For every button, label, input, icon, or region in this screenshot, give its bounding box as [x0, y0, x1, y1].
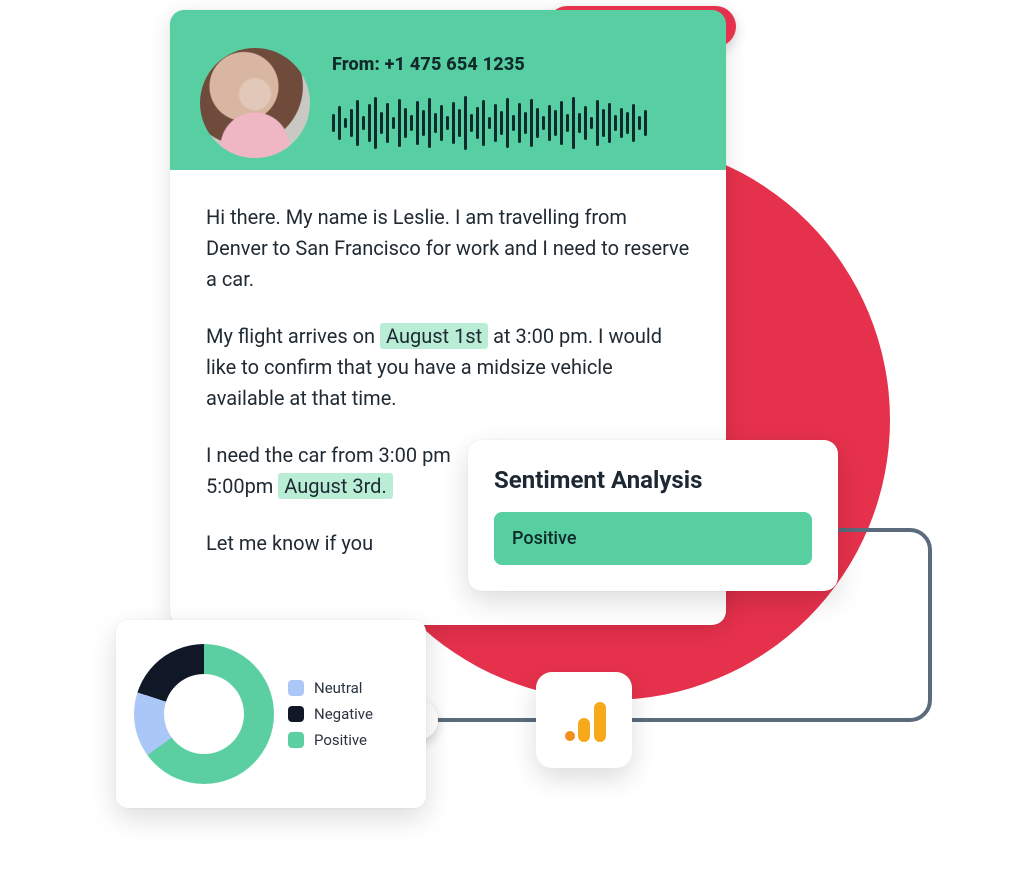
from-number: +1 475 654 1235 [385, 54, 525, 75]
waveform-icon [332, 93, 696, 153]
from-block: From: +1 475 654 1235 [332, 54, 696, 153]
legend-row-neutral: Neutral [288, 679, 373, 697]
transcript-text: Let me know if you [206, 531, 373, 555]
transcript-paragraph: My flight arrives on August 1st at 3:00 … [206, 321, 690, 414]
swatch-neutral [288, 680, 304, 696]
analytics-icon-card [536, 672, 632, 768]
from-label: From: [332, 54, 380, 75]
avatar [200, 48, 310, 158]
legend-label: Positive [314, 731, 367, 749]
transcript-paragraph: Hi there. My name is Leslie. I am travel… [206, 202, 690, 295]
legend-row-negative: Negative [288, 705, 373, 723]
transcript-text: My flight arrives on [206, 324, 380, 348]
legend-row-positive: Positive [288, 731, 373, 749]
sentiment-value: Positive [494, 512, 812, 565]
legend-label: Negative [314, 705, 373, 723]
analytics-icon [556, 692, 612, 748]
transcript-header: From: +1 475 654 1235 [170, 10, 726, 170]
transcript-text: 5:00pm [206, 474, 278, 498]
highlight-date: August 1st [380, 323, 488, 349]
donut-chart [134, 644, 274, 784]
legend-label: Neutral [314, 679, 362, 697]
sentiment-breakdown-card: Neutral Negative Positive [116, 620, 426, 808]
donut-ring [134, 644, 274, 784]
sentiment-card: Sentiment Analysis Positive [468, 440, 838, 591]
transcript-text: I need the car from 3:00 pm [206, 443, 451, 467]
from-line: From: +1 475 654 1235 [332, 54, 696, 75]
swatch-positive [288, 732, 304, 748]
donut-legend: Neutral Negative Positive [288, 671, 373, 757]
transcript-text: Hi there. My name is Leslie. I am travel… [206, 205, 689, 291]
swatch-negative [288, 706, 304, 722]
sentiment-title: Sentiment Analysis [494, 466, 812, 494]
highlight-date: August 3rd. [278, 473, 392, 499]
